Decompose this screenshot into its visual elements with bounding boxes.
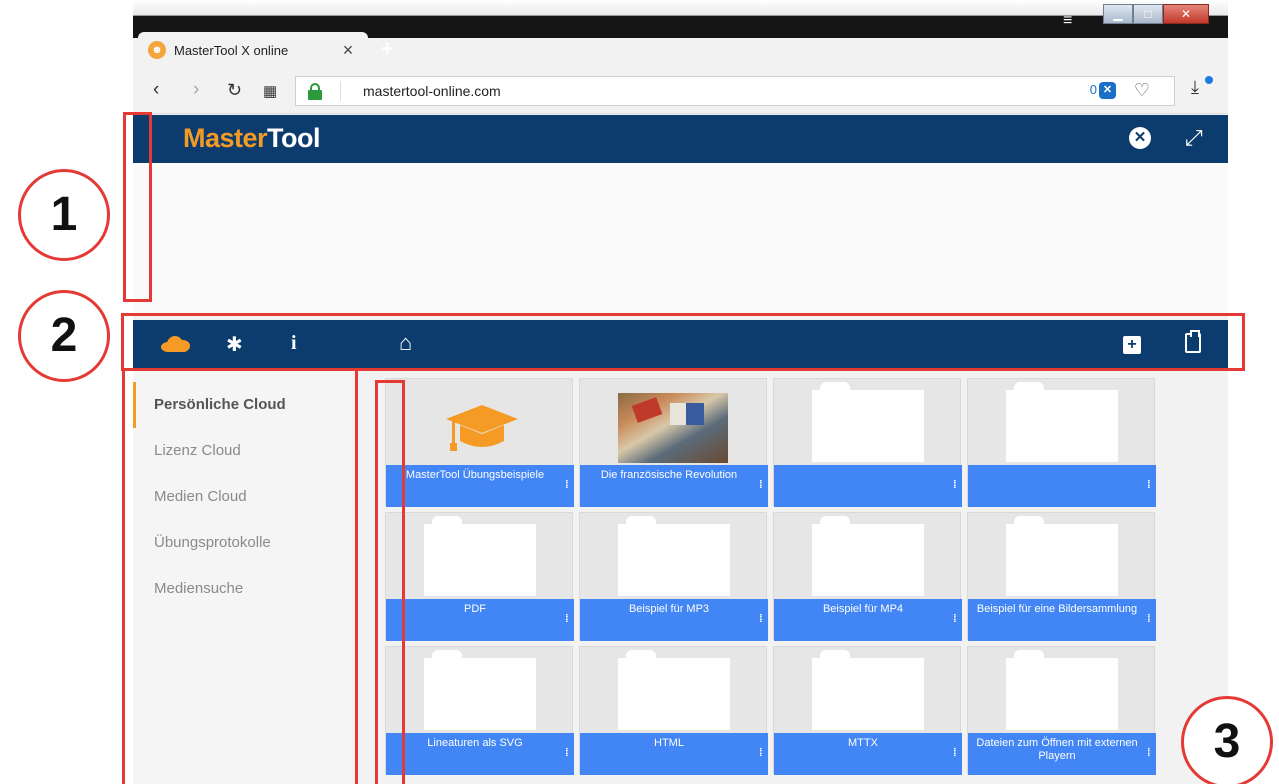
lock-icon bbox=[308, 83, 322, 100]
annotation-line-left bbox=[122, 371, 125, 784]
annotation-box-1 bbox=[123, 112, 152, 302]
close-app-icon[interactable]: ✕ bbox=[1129, 127, 1151, 149]
download-badge bbox=[1205, 76, 1213, 84]
annotation-box-2 bbox=[121, 313, 1245, 371]
maximize-button[interactable]: □ bbox=[1133, 4, 1163, 24]
download-icon[interactable]: ⤓ bbox=[1191, 77, 1199, 98]
sidebar-item-mediensuche[interactable]: Mediensuche bbox=[133, 566, 353, 612]
shield-icon: ✕ bbox=[1099, 82, 1116, 100]
reload-icon[interactable]: ↻ bbox=[227, 80, 242, 101]
fullscreen-icon[interactable]: ⤢ bbox=[1185, 125, 1203, 151]
annotation-box-3 bbox=[355, 368, 1235, 784]
tab-title: MasterTool X online bbox=[174, 42, 289, 58]
sidebar: Persönliche Cloud Lizenz Cloud Medien Cl… bbox=[133, 370, 353, 784]
adblock-shield[interactable]: 0 ✕ bbox=[1089, 82, 1116, 100]
browser-tab[interactable]: ☻ MasterTool X online × bbox=[138, 32, 368, 68]
url-field[interactable]: mastertool-online.com 0 ✕ ♡ bbox=[295, 76, 1175, 106]
owl-icon: ☻ bbox=[148, 41, 166, 59]
forward-icon[interactable]: › bbox=[193, 79, 199, 101]
url-text: mastertool-online.com bbox=[363, 83, 501, 99]
minimize-button[interactable]: ▁ bbox=[1103, 4, 1133, 24]
address-bar: ‹ › ↻ ▦ mastertool-online.com 0 ✕ ♡ ⤓ bbox=[133, 68, 1228, 114]
mastertool-logo: MasterTool bbox=[183, 123, 321, 153]
annotation-circle-3: 3 bbox=[1181, 696, 1273, 784]
sidebar-item-lizenz-cloud[interactable]: Lizenz Cloud bbox=[133, 428, 353, 474]
speed-dial-icon[interactable]: ▦ bbox=[263, 82, 277, 100]
sidebar-item-uebungsprotokolle[interactable]: Übungsprotokolle bbox=[133, 520, 353, 566]
shield-count: 0 bbox=[1089, 82, 1097, 97]
close-tab-icon[interactable]: × bbox=[338, 40, 358, 61]
sidebar-item-persoenliche-cloud[interactable]: Persönliche Cloud bbox=[133, 382, 353, 428]
app-header: MasterTool ✕ ⤢ bbox=[133, 115, 1228, 163]
new-tab-icon[interactable]: + bbox=[381, 36, 394, 62]
sidebar-item-medien-cloud[interactable]: Medien Cloud bbox=[133, 474, 353, 520]
back-icon[interactable]: ‹ bbox=[153, 79, 159, 101]
close-window-button[interactable]: ✕ bbox=[1163, 4, 1209, 24]
content-area-1 bbox=[133, 163, 1228, 315]
annotation-circle-1: 1 bbox=[18, 169, 110, 261]
window-controls: ▁ □ ✕ bbox=[1103, 4, 1209, 24]
annotation-circle-2: 2 bbox=[18, 290, 110, 382]
bookmark-heart-icon[interactable]: ♡ bbox=[1134, 80, 1150, 101]
annotation-column-box bbox=[375, 380, 405, 784]
browser-menu-icon[interactable]: ≡ bbox=[1063, 12, 1072, 30]
